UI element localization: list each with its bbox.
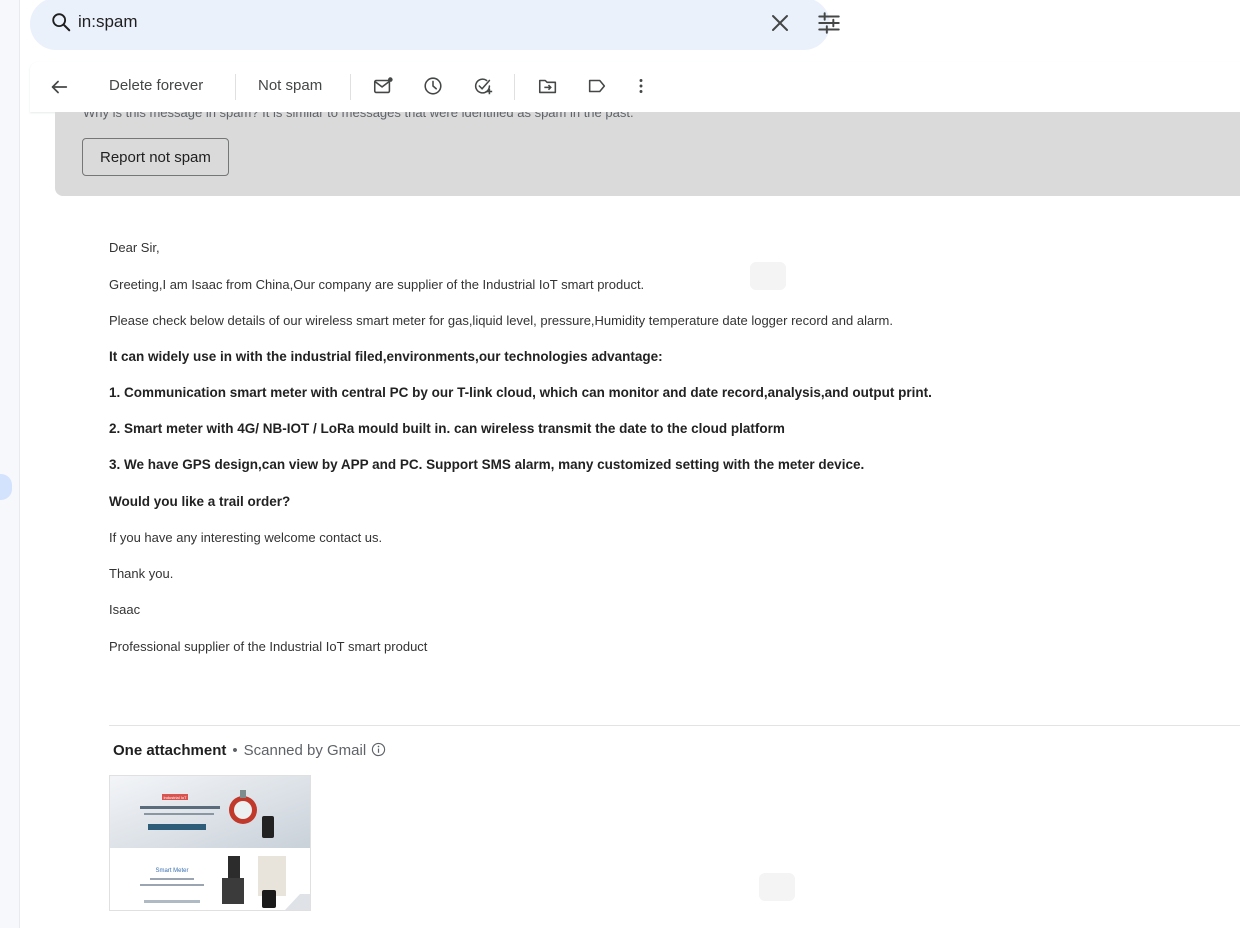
email-line: If you have any interesting welcome cont… bbox=[109, 530, 383, 545]
snooze-clock-icon[interactable] bbox=[422, 75, 444, 97]
email-line: Dear Sir, bbox=[109, 240, 160, 255]
email-line: Isaac bbox=[109, 602, 141, 617]
email-line: Thank you. bbox=[109, 566, 174, 581]
tune-icon[interactable] bbox=[816, 10, 842, 36]
add-task-icon[interactable] bbox=[472, 75, 494, 97]
email-line: Greeting,I am Isaac from China,Our compa… bbox=[109, 277, 645, 292]
search-bar[interactable]: in:spam bbox=[30, 0, 840, 50]
delete-forever-button[interactable]: Delete forever bbox=[109, 77, 203, 94]
attachment-divider bbox=[109, 725, 1240, 726]
report-not-spam-button[interactable]: Report not spam bbox=[82, 138, 229, 176]
email-line: Would you like a trail order? bbox=[109, 494, 291, 509]
mark-unread-icon[interactable] bbox=[372, 75, 394, 97]
toolbar-divider bbox=[350, 74, 351, 100]
more-vert-icon[interactable] bbox=[630, 75, 652, 97]
toolbar-divider bbox=[514, 74, 515, 100]
separator-dot: • bbox=[232, 742, 238, 759]
email-line: It can widely use in with the industrial… bbox=[109, 349, 663, 364]
scan-status: Scanned by Gmail bbox=[243, 742, 367, 759]
attachment-count: One attachment bbox=[113, 742, 227, 759]
spam-warning-banner: Why is this message in spam? It is simil… bbox=[55, 112, 1240, 196]
not-spam-button[interactable]: Not spam bbox=[258, 77, 322, 94]
attachment-header: One attachment • Scanned by Gmail bbox=[113, 742, 386, 759]
email-line: 1. Communication smart meter with centra… bbox=[109, 385, 932, 400]
attachment-preview-image: Industrial IoT Smart Meter bbox=[110, 776, 310, 910]
toolbar-divider bbox=[235, 74, 236, 100]
email-line: Please check below details of our wirele… bbox=[109, 313, 893, 328]
back-arrow-icon[interactable] bbox=[48, 76, 70, 98]
search-input[interactable]: in:spam bbox=[78, 12, 138, 32]
close-icon[interactable] bbox=[768, 11, 792, 35]
email-line: 2. Smart meter with 4G/ NB-IOT / LoRa mo… bbox=[109, 421, 785, 436]
thumb-title: Smart Meter bbox=[155, 868, 188, 874]
email-line: Professional supplier of the Industrial … bbox=[109, 639, 428, 654]
rail-active-indicator bbox=[0, 474, 12, 500]
email-line: 3. We have GPS design,can view by APP an… bbox=[109, 457, 865, 472]
search-icon[interactable] bbox=[50, 11, 72, 33]
blocked-image-placeholder bbox=[750, 262, 786, 290]
message-toolbar: Delete forever Not spam bbox=[30, 62, 1240, 112]
label-icon[interactable] bbox=[586, 75, 608, 97]
blocked-image-placeholder bbox=[759, 873, 795, 901]
move-to-icon[interactable] bbox=[537, 75, 559, 97]
left-rail bbox=[0, 0, 20, 928]
attachment-thumbnail[interactable]: Industrial IoT Smart Meter bbox=[109, 775, 311, 911]
thumb-badge: Industrial IoT bbox=[163, 795, 187, 800]
info-icon[interactable] bbox=[371, 742, 386, 757]
